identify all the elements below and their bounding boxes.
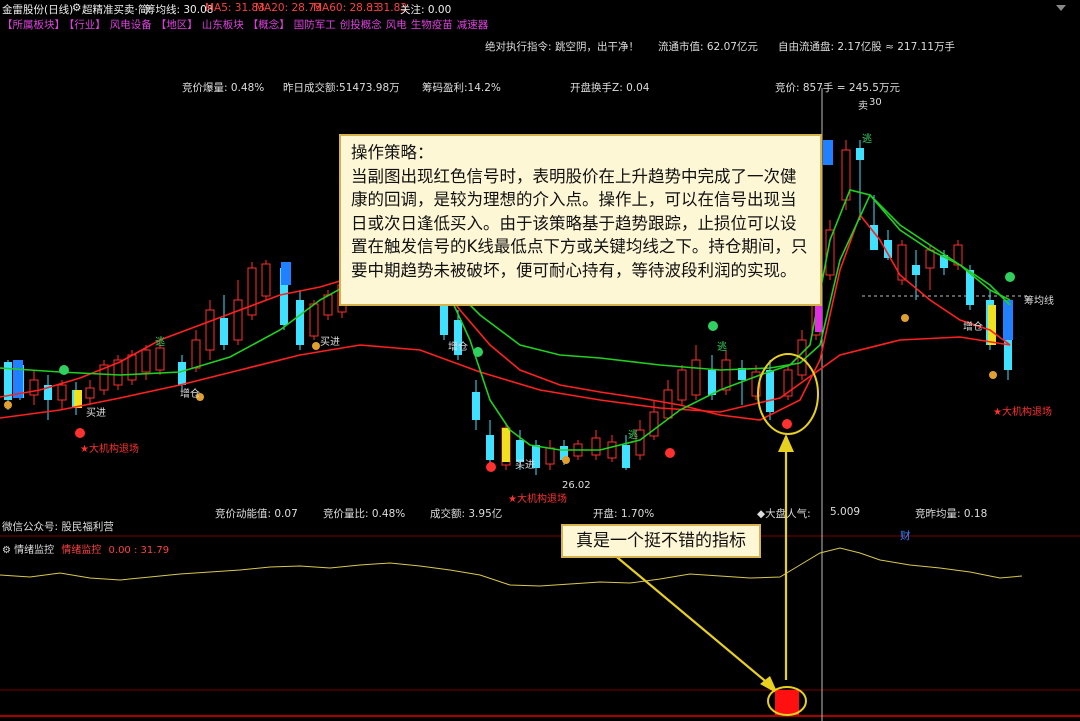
market-mood-label: ◆大盘人气:: [757, 508, 811, 520]
buy-label: 买进: [86, 408, 106, 419]
high-price-label: 30: [869, 97, 882, 108]
wechat-label: 微信公众号: 股民福利营: [2, 521, 114, 533]
candle-body: [708, 370, 716, 395]
candle-body: [677, 369, 687, 401]
highlight-candle: [502, 428, 510, 462]
finance-icon[interactable]: 财: [900, 528, 911, 543]
candle-body: [925, 249, 935, 269]
red-signal-bar: [775, 690, 799, 715]
open-percent: 开盘: 1.70%: [593, 508, 655, 520]
emphasis-candle: [823, 140, 833, 165]
escape-label: 逃: [717, 342, 727, 353]
bid-momentum: 竞价动能值: 0.07: [215, 508, 298, 520]
candle-body: [591, 437, 601, 456]
candle-body: [691, 359, 701, 396]
candle-body: [233, 299, 243, 341]
institution-exit-label: ★大机构退场: [508, 494, 567, 505]
candle-body: [191, 339, 201, 369]
sell-label: 卖: [858, 101, 868, 112]
emphasis-candle: [281, 262, 291, 285]
candle-body: [545, 447, 555, 465]
escape-label: 逃: [628, 430, 638, 441]
callout-box: 真是一个挺不错的指标: [561, 524, 761, 558]
candle-body: [721, 359, 731, 391]
candle-body: [486, 435, 494, 460]
candle-body: [856, 148, 864, 160]
sub-panel-header[interactable]: ⚙ 情绪监控 情绪监控 0.00 : 31.79: [2, 541, 169, 556]
chip-line-label: 筹均线: [1024, 296, 1054, 307]
sub-panel-title: 情绪监控: [14, 545, 55, 556]
candle-body: [220, 318, 228, 345]
candle-body: [29, 379, 39, 396]
candle-body: [766, 370, 774, 412]
candle-body: [178, 362, 186, 385]
candle-body: [247, 267, 257, 316]
candle-body: [85, 387, 95, 399]
candle-body: [57, 384, 67, 401]
candle-body: [607, 441, 617, 459]
candle-body: [141, 349, 151, 373]
escape-label: 逃: [155, 337, 165, 348]
candle-body: [622, 445, 630, 468]
candle-body: [205, 309, 215, 351]
sub-panel-label: 情绪监控: [61, 545, 102, 556]
turnover-value: 成交额: 3.95亿: [430, 508, 503, 520]
candle-body: [127, 354, 137, 381]
candle-body: [261, 263, 271, 297]
highlight-candle: [988, 305, 996, 345]
candle-body: [155, 347, 165, 371]
candle-body: [296, 300, 304, 345]
bid-avg-volume: 竞昨均量: 0.18: [915, 508, 988, 520]
sub-panel-values: 0.00 : 31.79: [108, 545, 170, 556]
add-position-label: 增仓: [448, 342, 468, 353]
candle-body: [309, 303, 319, 337]
institution-exit-label: ★大机构退场: [993, 407, 1052, 418]
settings-icon[interactable]: ⚙: [2, 545, 11, 556]
emphasis-candle: [13, 360, 23, 398]
buy-label: 买进: [320, 337, 340, 348]
strategy-annotation: 操作策略： 当副图出现红色信号时，表明股价在上升趋势中完成了一次健康的回调，是较…: [339, 134, 822, 306]
market-mood-value: 5.009: [830, 506, 861, 518]
candlestick-chart[interactable]: [0, 0, 1080, 721]
bid-ratio: 竞价量比: 0.48%: [323, 508, 406, 520]
candle-body: [912, 265, 920, 275]
ma-red-line-long: [0, 336, 1011, 419]
escape-label: 逃: [862, 134, 872, 145]
institution-exit-label: ★大机构退场: [80, 444, 139, 455]
emphasis-candle: [1003, 300, 1013, 340]
add-position-label: 增仓: [180, 389, 200, 400]
candle-body: [472, 392, 480, 420]
add-position-label: 增仓: [963, 322, 983, 333]
buy-label: 买进: [515, 460, 535, 471]
